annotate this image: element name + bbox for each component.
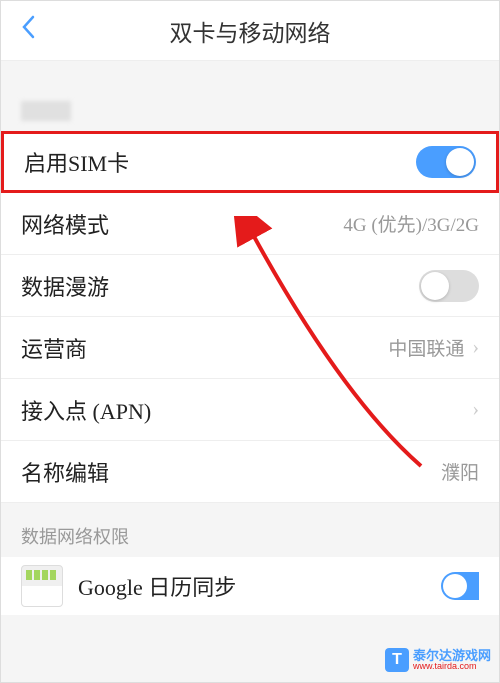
- name-edit-row[interactable]: 名称编辑 濮阳: [1, 441, 499, 503]
- chevron-right-icon: ›: [472, 398, 479, 421]
- network-mode-row[interactable]: 网络模式 4G (优先)/3G/2G: [1, 193, 499, 255]
- network-mode-value: 4G (优先)/3G/2G: [343, 210, 479, 237]
- page-title: 双卡与移动网络: [170, 14, 331, 48]
- apn-row[interactable]: 接入点 (APN) ›: [1, 379, 499, 441]
- back-button[interactable]: [1, 15, 55, 47]
- name-edit-label: 名称编辑: [21, 456, 109, 488]
- blurred-label: [21, 101, 71, 121]
- chevron-left-icon: [21, 15, 35, 39]
- data-roaming-label: 数据漫游: [21, 270, 109, 302]
- google-calendar-row[interactable]: Google 日历同步: [1, 557, 499, 615]
- sim-section-spacer: [1, 61, 499, 131]
- watermark-text-en: www.tairda.com: [413, 662, 491, 671]
- settings-list: 启用SIM卡 网络模式 4G (优先)/3G/2G 数据漫游 运营商 中国联通 …: [1, 131, 499, 503]
- enable-sim-label: 启用SIM卡: [24, 146, 129, 178]
- calendar-icon: [21, 565, 63, 607]
- header-bar: 双卡与移动网络: [1, 1, 499, 61]
- enable-sim-toggle[interactable]: [416, 146, 476, 178]
- toggle-knob: [421, 272, 449, 300]
- data-permission-header: 数据网络权限: [1, 503, 499, 557]
- carrier-value: 中国联通: [388, 334, 464, 361]
- watermark: T 泰尔达游戏网 www.tairda.com: [385, 648, 491, 672]
- toggle-knob: [446, 148, 474, 176]
- apn-label: 接入点 (APN): [21, 394, 151, 426]
- carrier-row[interactable]: 运营商 中国联通 ›: [1, 317, 499, 379]
- data-roaming-toggle[interactable]: [419, 270, 479, 302]
- name-edit-value: 濮阳: [441, 458, 479, 485]
- network-mode-label: 网络模式: [21, 208, 109, 240]
- google-calendar-label: Google 日历同步: [78, 570, 426, 602]
- watermark-logo-icon: T: [385, 648, 409, 672]
- enable-sim-row[interactable]: 启用SIM卡: [1, 131, 499, 193]
- data-roaming-row[interactable]: 数据漫游: [1, 255, 499, 317]
- carrier-label: 运营商: [21, 332, 87, 364]
- chevron-right-icon: ›: [472, 336, 479, 359]
- google-calendar-toggle[interactable]: [441, 572, 479, 600]
